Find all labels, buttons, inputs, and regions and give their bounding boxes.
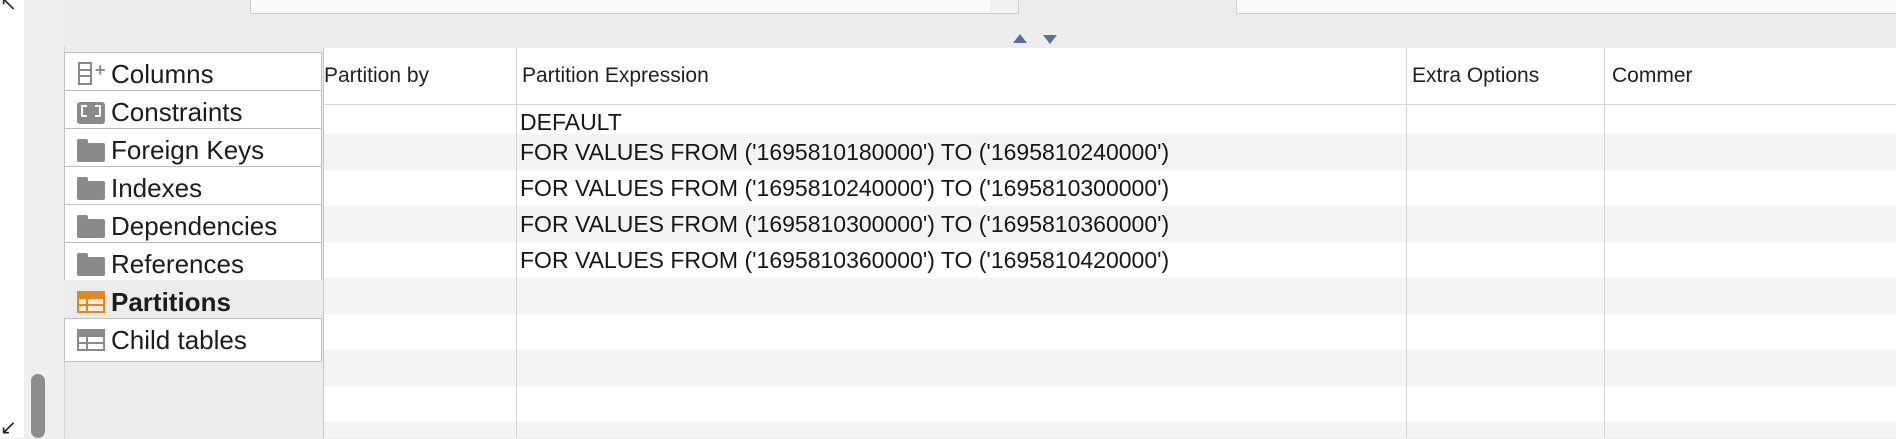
folder-icon [75, 135, 111, 165]
top-combo-button[interactable] [990, 0, 1019, 14]
scrollbar-thumb[interactable] [31, 374, 45, 438]
column-separator[interactable] [516, 48, 517, 438]
column-separator[interactable] [1406, 48, 1407, 438]
partition-expression-cell[interactable] [520, 314, 1410, 350]
partition-expression-cell[interactable]: FOR VALUES FROM ('1695810360000') TO ('1… [520, 242, 1410, 278]
table-row[interactable] [324, 422, 1896, 438]
side-tab-list: + Columns Constraints Foreign Keys Index… [64, 48, 324, 438]
table-icon [75, 325, 111, 355]
table-row[interactable]: FOR VALUES FROM ('1695810240000') TO ('1… [324, 170, 1896, 206]
table-row[interactable] [324, 278, 1896, 314]
side-tab-label: Indexes [111, 172, 203, 203]
columns-icon: + [75, 59, 111, 89]
top-text-field[interactable] [1236, 0, 1896, 14]
vertical-scrollbar[interactable] [24, 0, 65, 438]
folder-icon [75, 249, 111, 279]
resize-arrow-icon: ↖ [0, 0, 17, 15]
partition-expression-cell[interactable]: FOR VALUES FROM ('1695810240000') TO ('1… [520, 170, 1410, 206]
column-header-partition-expression[interactable]: Partition Expression [522, 48, 1422, 104]
folder-icon [75, 211, 111, 241]
partition-by-cell[interactable] [326, 134, 504, 170]
side-tab-label: Partitions [111, 286, 231, 317]
partition-by-cell[interactable] [326, 206, 504, 242]
top-combo-field[interactable] [250, 0, 992, 14]
side-tab-label: Dependencies [111, 210, 278, 241]
column-header-comment[interactable]: Commer [1612, 48, 1722, 104]
partition-expression-cell[interactable]: FOR VALUES FROM ('1695810180000') TO ('1… [520, 134, 1410, 170]
partitions-grid[interactable]: DEFAULT FOR VALUES FROM ('1695810180000'… [324, 48, 1896, 438]
partitions-icon [75, 287, 111, 317]
side-tab-label: References [111, 248, 244, 279]
side-tab-label: Child tables [111, 324, 247, 355]
column-separator[interactable] [1604, 48, 1605, 438]
table-row[interactable] [324, 314, 1896, 350]
table-row[interactable]: FOR VALUES FROM ('1695810360000') TO ('1… [324, 242, 1896, 278]
side-tab-child-tables[interactable]: Child tables [64, 318, 322, 362]
side-tab-label: Foreign Keys [111, 134, 265, 165]
constraints-icon [75, 97, 111, 127]
table-row[interactable]: FOR VALUES FROM ('1695810180000') TO ('1… [324, 134, 1896, 170]
collapse-up-icon[interactable] [1013, 34, 1027, 43]
partition-by-cell[interactable] [326, 170, 504, 206]
table-row[interactable] [324, 386, 1896, 422]
left-gutter: ↖ ↙ [0, 0, 24, 438]
grid-header: Partition by Partition Expression Extra … [324, 48, 1896, 105]
partition-expression-cell[interactable] [520, 386, 1410, 422]
side-tab-label: Constraints [111, 96, 243, 127]
partition-by-cell[interactable] [326, 242, 504, 278]
table-row[interactable] [324, 350, 1896, 386]
side-tab-label: Columns [111, 58, 214, 89]
column-header-partition-by[interactable]: Partition by [324, 48, 510, 104]
table-row[interactable]: FOR VALUES FROM ('1695810300000') TO ('1… [324, 206, 1896, 242]
resize-arrow-icon: ↙ [0, 417, 17, 439]
expand-down-icon[interactable] [1043, 35, 1057, 44]
splitter-toggle[interactable] [1013, 33, 1057, 45]
partition-expression-cell[interactable]: FOR VALUES FROM ('1695810300000') TO ('1… [520, 206, 1410, 242]
folder-icon [75, 173, 111, 203]
partition-expression-cell[interactable] [520, 278, 1410, 314]
column-header-extra-options[interactable]: Extra Options [1412, 48, 1602, 104]
partition-expression-cell[interactable] [520, 350, 1410, 386]
